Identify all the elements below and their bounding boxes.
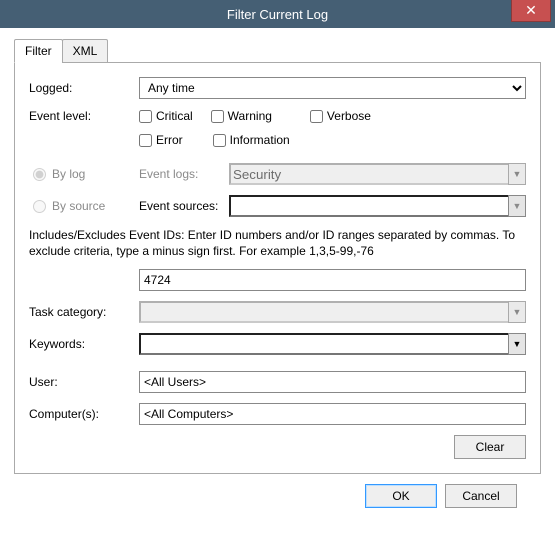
chk-verbose-box[interactable] [310,110,323,123]
chk-verbose[interactable]: Verbose [310,109,371,123]
event-logs-input [229,163,508,185]
label-by-source: By source [52,199,105,213]
event-logs-drop: ▼ [508,163,526,185]
client-area: Filter XML Logged: Any time Event level:… [0,28,555,536]
label-event-level: Event level: [29,109,139,123]
chk-critical-box[interactable] [139,110,152,123]
label-task-category: Task category: [29,305,139,319]
radio-by-source [33,200,46,213]
chevron-down-icon: ▼ [513,339,522,349]
label-user: User: [29,375,139,389]
chk-error-box[interactable] [139,134,152,147]
event-sources-drop[interactable]: ▼ [508,195,526,217]
chevron-down-icon: ▼ [513,169,522,179]
tab-xml[interactable]: XML [62,39,109,63]
label-logged: Logged: [29,81,139,95]
chk-warning-box[interactable] [211,110,224,123]
event-id-input[interactable] [139,269,526,291]
tabstrip: Filter XML [14,39,541,63]
task-category-input [139,301,508,323]
event-sources-input[interactable] [229,195,508,217]
filter-panel: Logged: Any time Event level: Critical W… [14,62,541,474]
dialog-footer: OK Cancel [14,474,541,522]
label-computers: Computer(s): [29,407,139,421]
computers-input[interactable] [139,403,526,425]
keywords-input[interactable] [139,333,508,355]
close-icon: ✕ [525,2,537,19]
user-input[interactable] [139,371,526,393]
label-event-sources: Event sources: [139,199,229,213]
chk-warning[interactable]: Warning [211,109,272,123]
close-button[interactable]: ✕ [511,0,551,22]
keywords-drop[interactable]: ▼ [508,333,526,355]
window-title: Filter Current Log [227,7,328,22]
row-by-log: By log Event logs: ▼ [29,163,526,185]
label-by-log: By log [52,167,85,181]
chevron-down-icon: ▼ [513,307,522,317]
chk-information-box[interactable] [213,134,226,147]
help-text: Includes/Excludes Event IDs: Enter ID nu… [29,227,526,259]
chk-error[interactable]: Error [139,133,183,147]
chk-critical[interactable]: Critical [139,109,193,123]
row-by-source: By source Event sources: ▼ [29,195,526,217]
chk-information[interactable]: Information [213,133,290,147]
label-keywords: Keywords: [29,337,139,351]
cancel-button[interactable]: Cancel [445,484,517,508]
titlebar: Filter Current Log ✕ [0,0,555,28]
chevron-down-icon: ▼ [513,201,522,211]
logged-select[interactable]: Any time [139,77,526,99]
task-category-drop: ▼ [508,301,526,323]
clear-button[interactable]: Clear [454,435,526,459]
radio-by-log [33,168,46,181]
tab-filter[interactable]: Filter [14,39,63,63]
ok-button[interactable]: OK [365,484,437,508]
label-event-logs: Event logs: [139,167,229,181]
